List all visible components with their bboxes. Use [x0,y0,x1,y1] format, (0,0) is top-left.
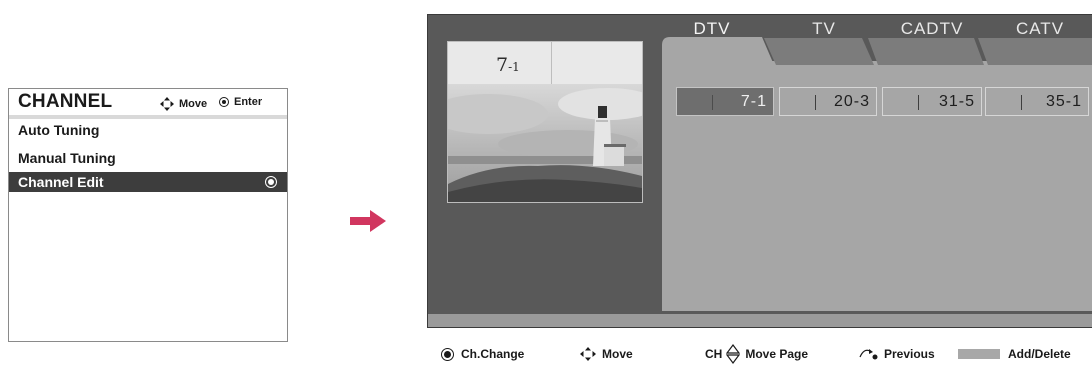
channel-number: 20-3 [833,93,870,110]
tab-tv[interactable]: TV [778,15,870,41]
channel-cell[interactable]: 7-1 [676,87,774,116]
menu-item-auto-tuning[interactable]: Auto Tuning [9,120,287,140]
cell-separator [918,95,919,110]
move-hint-label: Move [179,98,208,110]
enter-button-icon [219,97,229,107]
legend-previous-label: Previous [884,347,935,361]
menu-item-label: Channel Edit [18,174,104,190]
screen-bottom-band [428,314,1092,327]
transition-arrow-icon [350,210,386,232]
legend-ch-change-label: Ch.Change [461,347,525,361]
menu-title: CHANNEL [18,91,113,112]
menu-divider [9,115,287,119]
tab-catv[interactable]: CATV [988,15,1092,41]
legend-ch-prefix: CH [705,347,723,361]
legend-add-delete: Add/Delete [958,343,1071,365]
enter-hint-label: Enter [234,96,263,108]
channel-number: 31-5 [938,93,975,110]
tab-dtv[interactable]: DTV [662,15,762,41]
tab-cadtv[interactable]: CADTV [880,15,984,41]
channel-number: 35-1 [1045,93,1082,110]
lighthouse-preview-image [448,84,642,202]
back-arrow-icon [859,349,878,360]
channel-number: 7-1 [740,93,767,110]
cell-separator [815,95,816,110]
cell-separator [712,95,713,110]
legend-move-page: CH Move Page [705,343,808,365]
selected-radio-icon [265,176,277,188]
move-hint: Move [159,96,207,112]
legend-add-delete-label: Add/Delete [1008,347,1071,361]
move-arrows-icon [580,347,596,361]
move-arrows-icon [160,97,174,111]
tab-strip-shapes [662,37,1092,65]
channel-up-down-icon [726,344,741,364]
preview-channel-number: 7-1 [496,54,520,76]
channel-menu: CHANNEL Move Enter Auto Tuning Manual Tu… [8,88,288,342]
menu-item-label: Manual Tuning [18,150,116,166]
channel-edit-screen: 7-1 DTV TV CADTV CATV 7-1 20-3 31-5 35-1 [427,14,1092,328]
enter-hint: Enter [218,96,262,108]
preview-blank-box [552,42,642,84]
legend-move: Move [579,343,633,365]
menu-item-manual-tuning[interactable]: Manual Tuning [9,148,287,168]
menu-header: CHANNEL Move Enter [9,89,287,117]
cell-separator [1021,95,1022,110]
menu-item-channel-edit[interactable]: Channel Edit [9,172,287,192]
legend-previous: Previous [857,343,935,365]
channel-preview: 7-1 [447,41,643,203]
legend-ch-change: Ch.Change [441,343,524,365]
channel-cell[interactable]: 31-5 [882,87,982,116]
gray-key-icon [958,349,1000,359]
preview-channel-box: 7-1 [448,42,552,84]
menu-item-label: Auto Tuning [18,122,100,138]
channel-cell[interactable]: 20-3 [779,87,877,116]
channel-cell[interactable]: 35-1 [985,87,1089,116]
legend-move-page-label: Move Page [745,347,809,361]
legend-move-label: Move [602,347,633,361]
ok-button-icon [441,347,454,361]
